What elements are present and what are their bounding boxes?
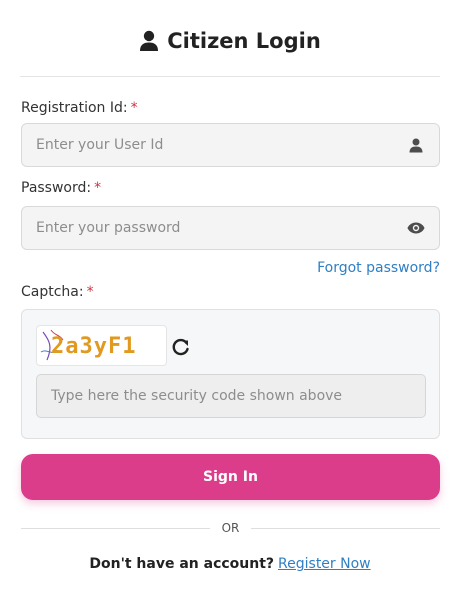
captcha-label-text: Captcha:: [21, 284, 84, 300]
page-title: Citizen Login: [167, 29, 321, 53]
registration-id-placeholder: Enter your User Id: [36, 137, 164, 153]
registration-label-text: Registration Id:: [21, 100, 128, 116]
sign-in-button[interactable]: Sign In: [21, 454, 440, 500]
login-card: Citizen Login Registration Id: * Enter yo…: [0, 0, 460, 596]
register-now-link[interactable]: Register Now: [278, 556, 371, 572]
required-mark: *: [86, 284, 94, 300]
captcha-input[interactable]: Type here the security code shown above: [36, 374, 426, 418]
register-prompt: Don't have an account? Register Now: [0, 556, 460, 572]
or-separator: OR: [21, 519, 441, 537]
required-mark: *: [94, 180, 102, 196]
separator-line-left: [21, 527, 210, 529]
login-header: Citizen Login: [0, 26, 460, 56]
user-icon: [140, 30, 159, 51]
captcha-code: 2a3yF1: [51, 334, 137, 359]
registration-label: Registration Id: *: [21, 100, 138, 116]
or-text: OR: [221, 521, 240, 535]
captcha-panel: 2a3yF1 Type here the security code shown…: [21, 309, 440, 439]
user-icon: [407, 136, 425, 154]
password-placeholder: Enter your password: [36, 220, 181, 236]
eye-icon[interactable]: [407, 219, 425, 237]
header-divider: [20, 76, 440, 77]
captcha-placeholder: Type here the security code shown above: [51, 388, 343, 404]
separator-line-right: [251, 527, 441, 529]
captcha-image: 2a3yF1: [36, 325, 167, 366]
registration-id-input[interactable]: Enter your User Id: [21, 123, 440, 167]
required-mark: *: [130, 100, 138, 116]
password-input[interactable]: Enter your password: [21, 206, 440, 250]
no-account-text: Don't have an account?: [89, 556, 275, 572]
captcha-label: Captcha: *: [21, 284, 94, 300]
sign-in-label: Sign In: [203, 469, 258, 485]
password-label-text: Password:: [21, 180, 92, 196]
forgot-password-link[interactable]: Forgot password?: [317, 260, 440, 276]
refresh-icon[interactable]: [172, 338, 190, 356]
password-label: Password: *: [21, 180, 101, 196]
